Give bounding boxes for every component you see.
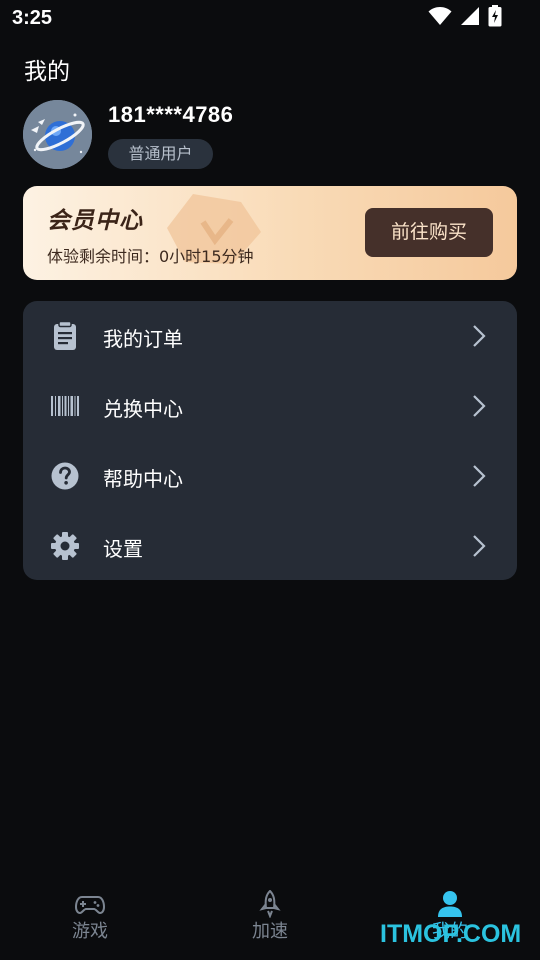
chevron-right-icon bbox=[473, 535, 486, 557]
vip-remaining-time: 体验剩余时间：0小时15分钟 bbox=[47, 247, 254, 266]
watermark: ITMOP.COM bbox=[380, 920, 522, 948]
page-title: 我的 bbox=[24, 59, 70, 85]
menu-item-help[interactable]: 帮助中心 bbox=[23, 441, 517, 511]
status-icons bbox=[428, 5, 502, 31]
planet-avatar-icon bbox=[23, 100, 92, 169]
user-level-badge: 普通用户 bbox=[108, 139, 213, 169]
signal-icon bbox=[460, 6, 480, 30]
help-circle-icon bbox=[51, 462, 79, 490]
menu-item-settings[interactable]: 设置 bbox=[23, 511, 517, 581]
menu-label-help: 帮助中心 bbox=[103, 467, 183, 491]
clipboard-icon bbox=[54, 321, 76, 350]
vip-title: 会员中心 bbox=[47, 208, 143, 234]
rocket-icon bbox=[259, 890, 281, 918]
chevron-right-icon bbox=[473, 395, 486, 417]
user-icon bbox=[438, 891, 462, 917]
status-time: 3:25 bbox=[12, 7, 53, 29]
gear-icon bbox=[51, 532, 79, 560]
nav-label-games: 游戏 bbox=[72, 921, 108, 942]
status-bar: 3:25 bbox=[0, 0, 540, 38]
avatar[interactable] bbox=[23, 100, 92, 169]
menu-item-orders[interactable]: 我的订单 bbox=[23, 301, 517, 371]
wifi-icon bbox=[428, 6, 452, 30]
nav-label-boost: 加速 bbox=[252, 921, 288, 942]
nav-tab-boost[interactable]: 加速 bbox=[180, 880, 360, 960]
battery-charging-icon bbox=[488, 5, 502, 31]
buy-vip-button[interactable]: 前往购买 bbox=[365, 208, 493, 257]
barcode-icon bbox=[51, 396, 79, 416]
settings-menu: 我的订单 兑换中心 帮助中心 设置 bbox=[23, 301, 517, 580]
nav-tab-games[interactable]: 游戏 bbox=[0, 880, 180, 960]
menu-label-orders: 我的订单 bbox=[103, 327, 183, 351]
chevron-right-icon bbox=[473, 465, 486, 487]
chevron-right-icon bbox=[473, 325, 486, 347]
vip-card[interactable]: 会员中心 体验剩余时间：0小时15分钟 前往购买 bbox=[23, 186, 517, 280]
menu-label-redeem: 兑换中心 bbox=[103, 397, 183, 421]
profile-screen: 3:25 我的 181****4786 普通用户 会员中心 体验剩余时间：0小时… bbox=[0, 0, 540, 960]
menu-label-settings: 设置 bbox=[103, 537, 143, 561]
menu-item-redeem[interactable]: 兑换中心 bbox=[23, 371, 517, 441]
gamepad-icon bbox=[75, 896, 105, 915]
user-phone: 181****4786 bbox=[108, 102, 234, 127]
